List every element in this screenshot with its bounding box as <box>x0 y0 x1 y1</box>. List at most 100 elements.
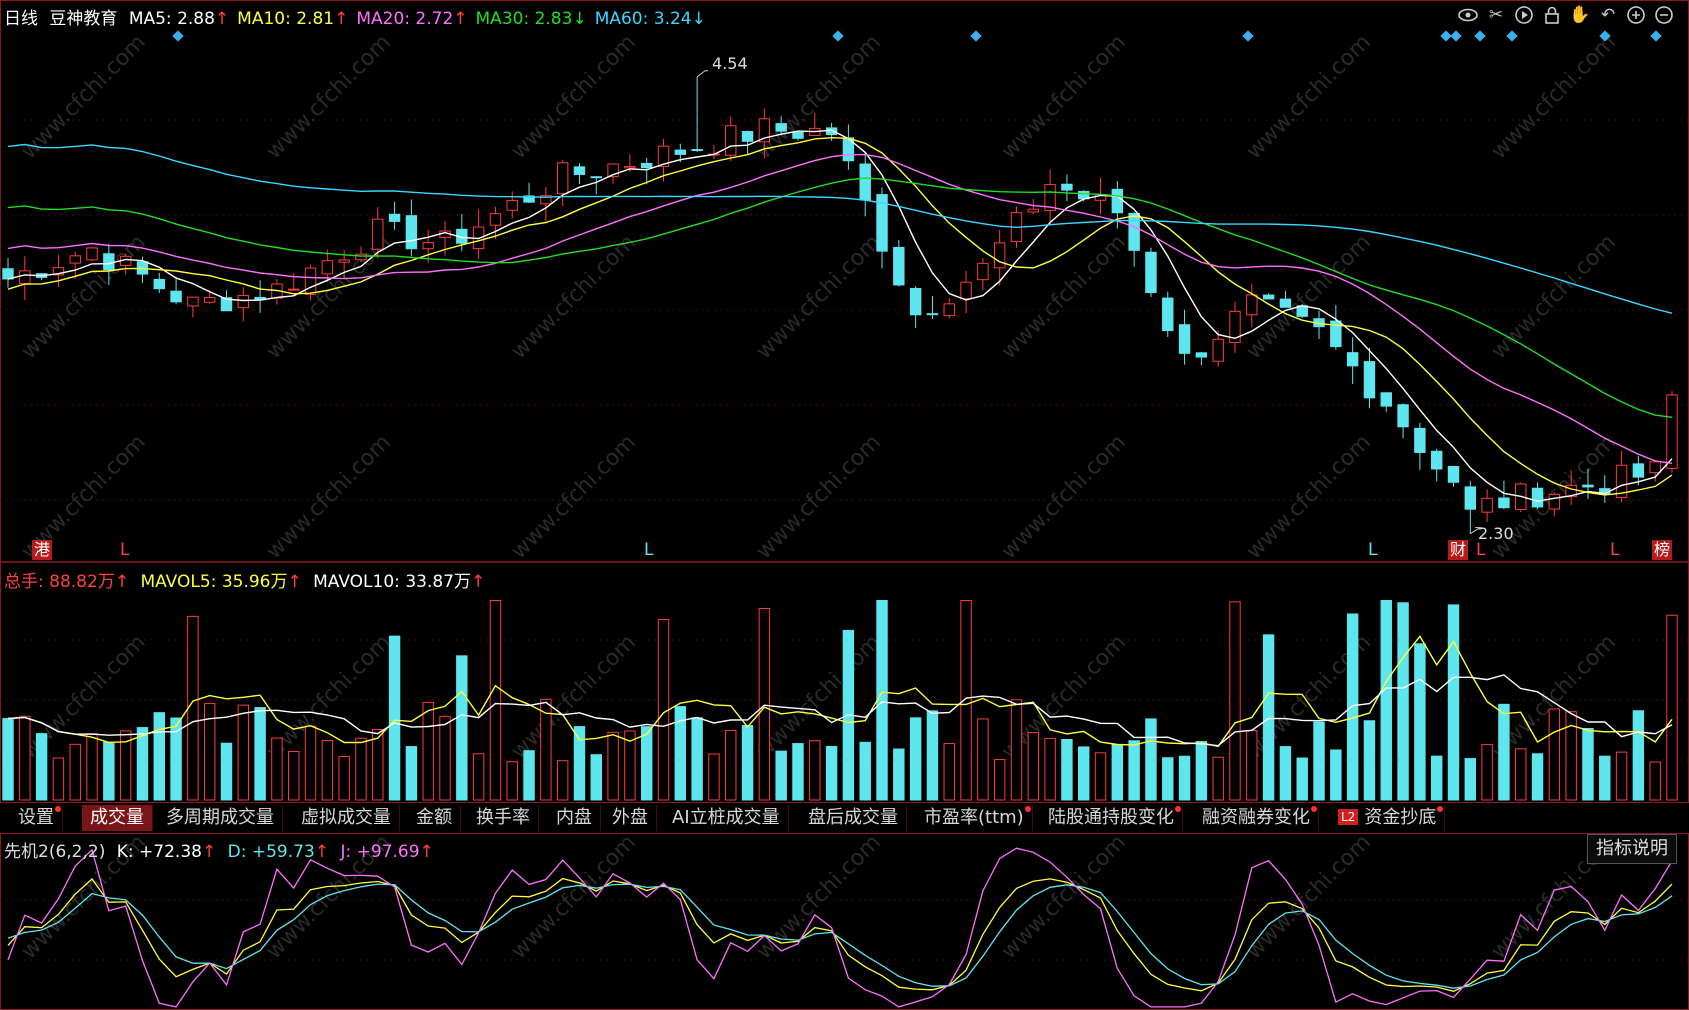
financial-report-badge[interactable]: 财 <box>1448 540 1469 560</box>
volume-bar <box>1195 741 1208 801</box>
volume-bar <box>136 727 149 801</box>
scissors-icon[interactable]: ✂ <box>1485 4 1507 26</box>
watermark-text: www.cfchi.com <box>1487 230 1621 364</box>
volume-bar <box>825 745 838 801</box>
dragon-tiger-list-badge[interactable]: 榜 <box>1652 540 1673 560</box>
zoom-out-icon[interactable] <box>1653 4 1675 26</box>
volume-bar <box>1649 761 1661 801</box>
zoom-in-icon[interactable] <box>1625 4 1647 26</box>
candle-body <box>792 131 804 139</box>
indicator-tab[interactable]: 外盘 <box>604 805 657 831</box>
volume-bar <box>809 740 821 801</box>
stock-name[interactable]: 豆神教育 <box>49 9 117 29</box>
kdj-indicator-name[interactable]: 先机2(6,2,2) <box>4 842 105 862</box>
volume-bar <box>254 707 266 801</box>
tab-notification-dot <box>1437 806 1444 812</box>
candle-body <box>859 163 871 201</box>
indicator-tab[interactable]: 金额 <box>408 805 461 831</box>
ma-legend-item: MA30: 2.83↓ <box>476 9 587 29</box>
candle-body <box>1212 338 1224 362</box>
kdj-k-arrow: ↑ <box>201 842 217 862</box>
hand-icon[interactable]: ✋ <box>1569 4 1591 26</box>
indicator-tab[interactable]: 成交量 <box>82 805 153 831</box>
volume-bar <box>1128 740 1140 801</box>
watermark-text: www.cfchi.com <box>752 430 886 564</box>
volume-bar <box>1498 703 1510 801</box>
candle-body <box>1548 493 1561 510</box>
tab-notification-dot <box>1311 806 1317 812</box>
l-marker[interactable]: L <box>120 540 129 560</box>
candle-body <box>1363 361 1376 399</box>
watermark-text: www.cfchi.com <box>17 230 151 364</box>
lock-icon[interactable] <box>1541 4 1563 26</box>
kdj-k-line <box>7 877 1673 992</box>
candle-body <box>624 165 636 169</box>
ma-arrow: ↓ <box>572 9 587 29</box>
l-marker[interactable]: L <box>1368 540 1377 560</box>
hk-connect-badge[interactable]: 港 <box>32 540 53 560</box>
eye-icon[interactable] <box>1457 4 1479 26</box>
kdj-k-value: +72.38 <box>139 842 202 862</box>
volume-bar <box>422 701 434 801</box>
volume-bar <box>590 754 602 801</box>
candle-body <box>893 246 905 286</box>
tab-label: 盘后成交量 <box>808 807 898 828</box>
volume-bar <box>1397 602 1409 801</box>
indicator-help-button[interactable]: 指标说明 <box>1587 834 1677 864</box>
indicator-tab[interactable]: 内盘 <box>548 805 601 831</box>
volume-bar <box>1414 643 1426 801</box>
candle-body <box>237 294 250 309</box>
l-marker[interactable]: L <box>1476 540 1485 560</box>
volume-bar <box>893 748 905 801</box>
volume-bar <box>472 753 485 801</box>
volume-bar <box>35 733 48 801</box>
volume-bar <box>1262 634 1275 801</box>
candle-body <box>977 262 989 281</box>
candle-body <box>993 242 1006 269</box>
candle-body <box>1447 465 1460 483</box>
candle-body <box>1464 486 1477 510</box>
indicator-tab[interactable]: 市盈率(ttm) <box>916 805 1033 831</box>
candle-body <box>1279 298 1292 308</box>
indicator-tab[interactable]: 盘后成交量 <box>800 805 907 831</box>
indicator-tab[interactable]: 多周期成交量 <box>158 805 283 831</box>
tab-label: 虚拟成交量 <box>301 807 391 828</box>
watermark-text: www.cfchi.com <box>997 230 1131 364</box>
indicator-tab[interactable]: AI立桩成交量 <box>664 805 789 831</box>
candle-body <box>1061 183 1073 191</box>
indicator-tab[interactable]: 设置 <box>10 805 63 831</box>
volume-bar <box>1212 756 1224 801</box>
l-marker[interactable]: L <box>644 540 653 560</box>
ma-legend-item: MA10: 2.81↑ <box>237 9 348 29</box>
watermark-text: www.cfchi.com <box>262 30 396 164</box>
indicator-tab[interactable]: 虚拟成交量 <box>293 805 400 831</box>
volume-bar <box>405 746 418 801</box>
volume-bar <box>573 726 586 801</box>
undo-icon[interactable]: ↶ <box>1597 4 1619 26</box>
volume-bar <box>758 607 771 801</box>
candle-body <box>943 303 955 317</box>
indicator-tab[interactable]: 陆股通持股变化 <box>1040 805 1183 831</box>
candle-body <box>355 253 367 261</box>
indicator-tab[interactable]: 换手率 <box>468 805 539 831</box>
total-volume-value: 88.82万 <box>49 572 115 592</box>
indicator-tab[interactable]: 融资融券变化 <box>1194 805 1319 831</box>
high-price-label: 4.54 <box>712 54 748 73</box>
watermark-text: www.cfchi.com <box>262 430 396 564</box>
indicator-tab[interactable]: L2 资金抄底 <box>1330 805 1446 831</box>
volume-bar <box>1162 757 1174 801</box>
volume-bar <box>1296 757 1308 801</box>
tab-label: 成交量 <box>90 807 144 828</box>
tab-label: 资金抄底 <box>1364 807 1437 828</box>
play-icon[interactable] <box>1513 4 1535 26</box>
candle-body <box>1346 352 1359 367</box>
mavol5-value: 35.96万 <box>221 572 288 592</box>
candle-body <box>1649 461 1661 474</box>
l-marker[interactable]: L <box>1610 540 1619 560</box>
candle-body <box>691 149 703 152</box>
volume-bar <box>960 600 972 801</box>
candle-body <box>1481 497 1493 513</box>
volume-bar <box>506 761 518 801</box>
ma-legend-item: MA5: 2.88↑ <box>129 9 229 29</box>
volume-bar <box>691 717 703 801</box>
